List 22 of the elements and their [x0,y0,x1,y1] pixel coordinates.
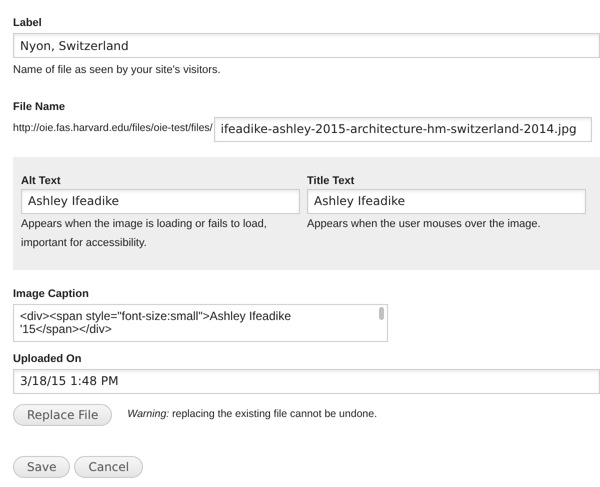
form-button[interactable]: Save [13,456,70,478]
text-input[interactable]: Ashley Ifeadike [307,188,586,214]
field-label: File Name [13,100,66,114]
field-label: Image Caption [13,286,90,302]
field-label: Uploaded On [13,352,82,366]
warning-text: Warning: replacing the existing file cannot be undone. [127,406,378,422]
scrollbar-thumb-icon [379,306,384,320]
field-label: Alt Text [21,174,62,188]
url-prefix: http://oie.fas.harvard.edu/files/oie-test/files/ [13,121,213,136]
replace-file-button[interactable]: Replace File [13,404,112,426]
help-text: Name of file as seen by your site's visitors. [13,63,222,78]
uploaded-on-input[interactable]: 3/18/15 1:48 PM [13,368,600,394]
caption-textarea[interactable]: <div><span style="font-size:small">Ashley Ifeadike '15</span></div> [13,304,388,342]
file-name-input[interactable]: ifeadike-ashley-2015-architecture-hm-switzerland-2014.jpg [214,116,592,142]
text-input[interactable]: Ashley Ifeadike [21,188,300,214]
field-label: Label [13,16,43,31]
form-button[interactable]: Cancel [74,456,144,478]
caption-text: <div><span style="font-size:small">Ashley Ifeadike '15</span></div> [19,308,292,338]
help-text: Appears when the image is loading or fails to load, important for accessibility. [21,216,268,250]
label-input[interactable]: Nyon, Switzerland [13,33,600,58]
help-text: Appears when the user mouses over the image. [307,216,542,232]
field-label: Title Text [307,174,356,188]
